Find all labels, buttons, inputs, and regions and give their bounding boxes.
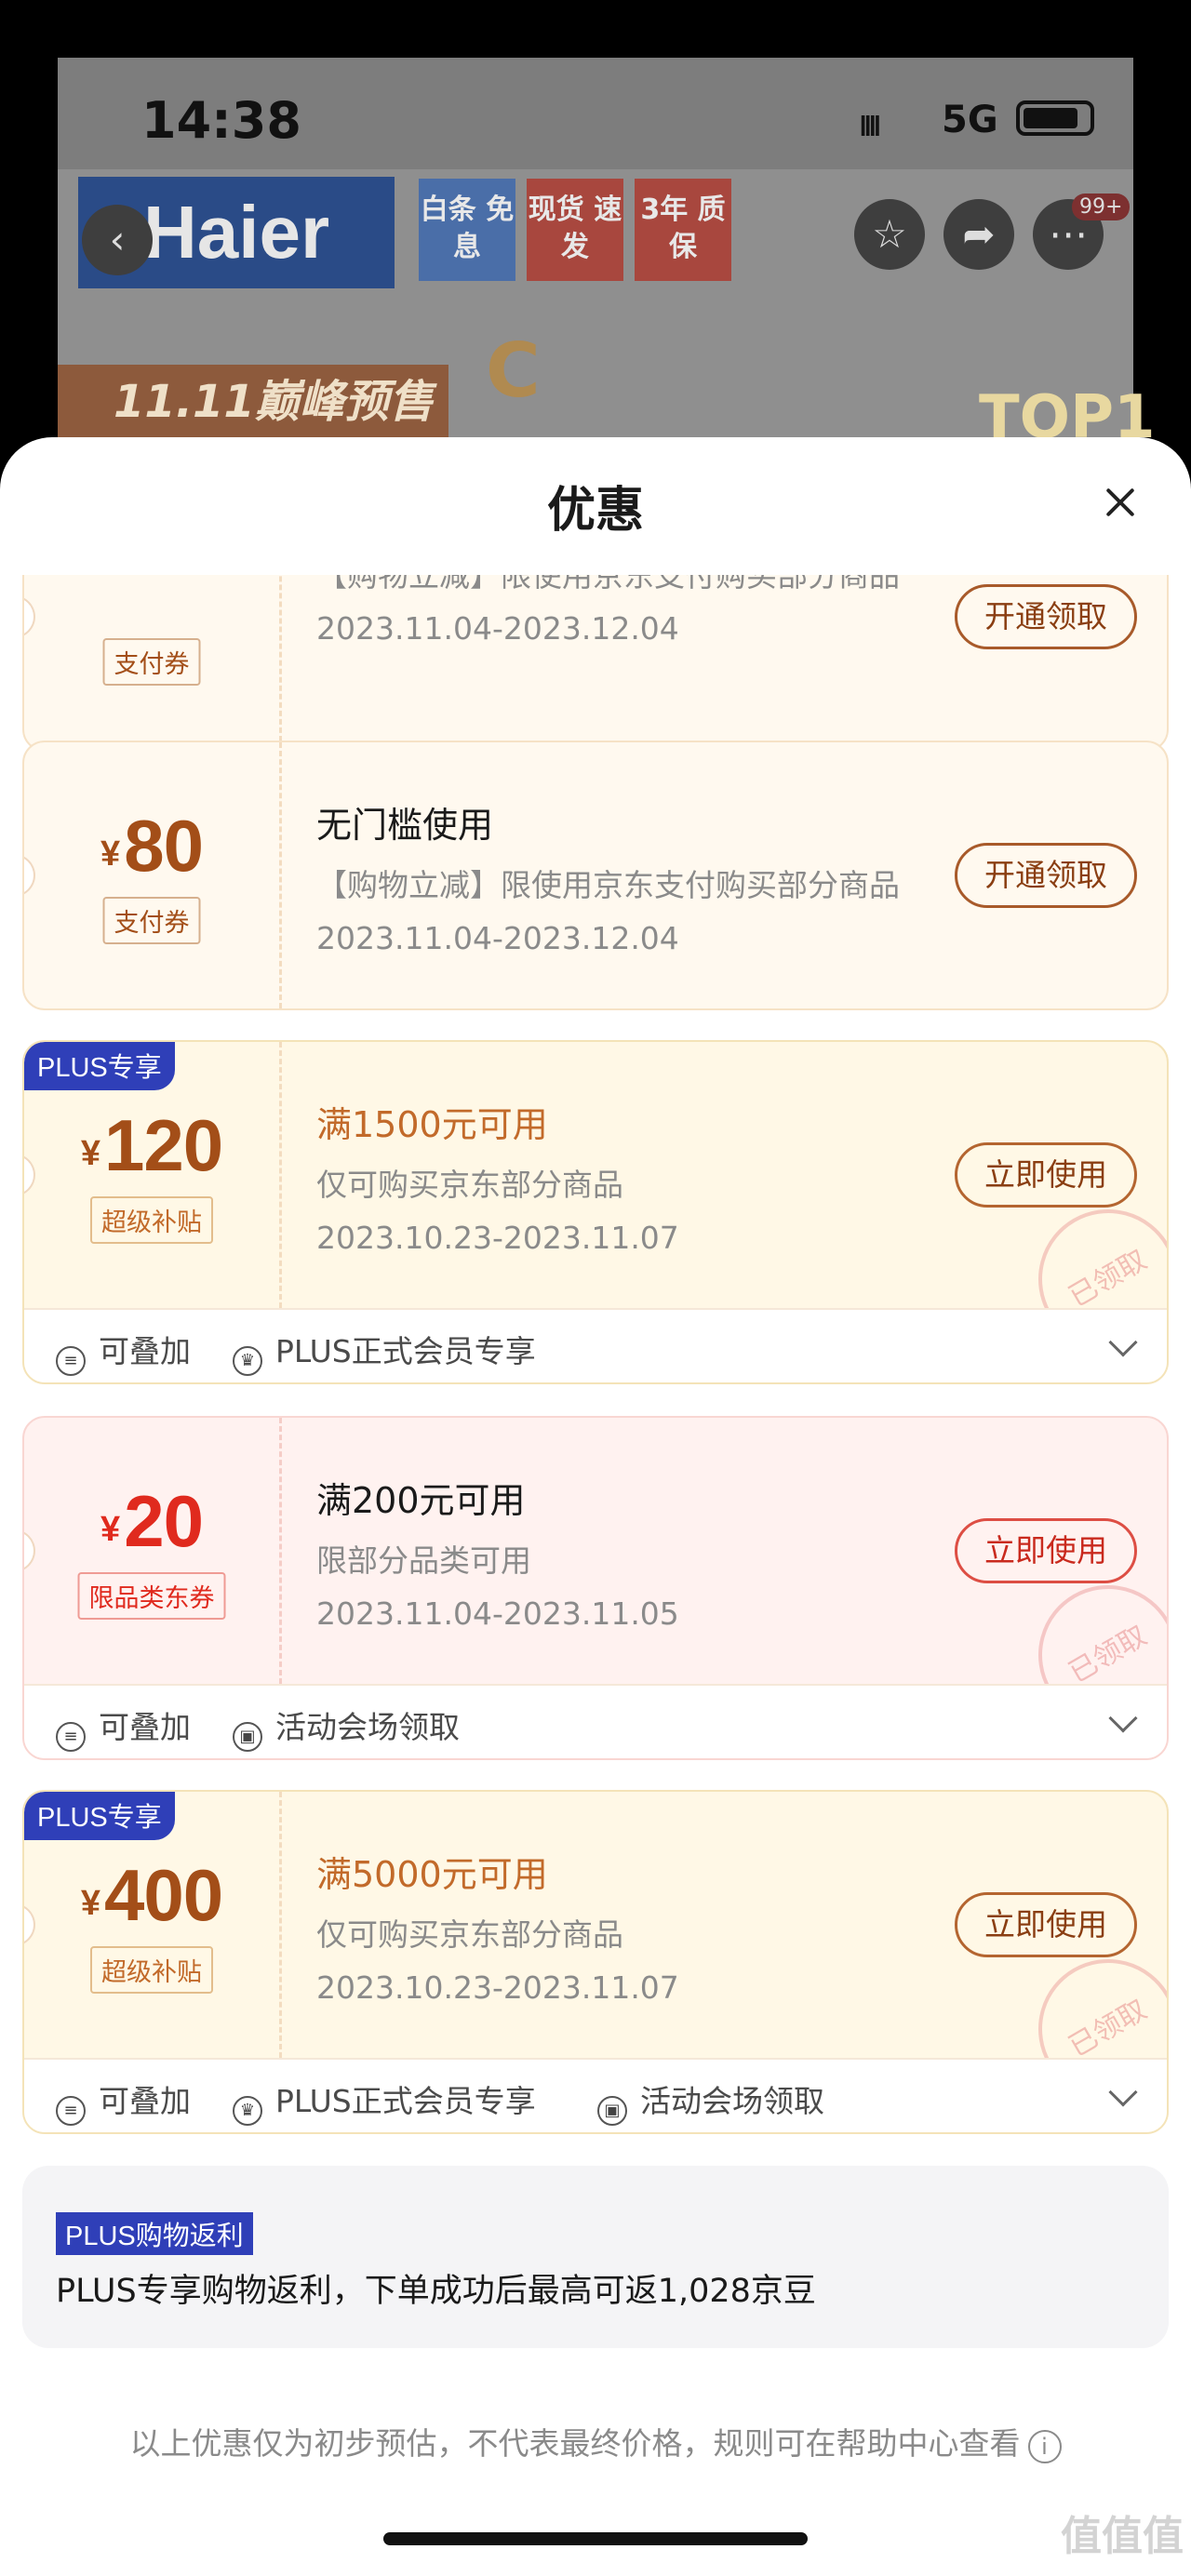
coupon-description: 【购物立减】限使用京东支付购买部分商品 [316, 867, 900, 903]
coupon-divider [279, 1792, 282, 2058]
stack-icon: ≡ [56, 2096, 86, 2126]
tag-warranty: 3年 质保 [635, 179, 731, 281]
coupon-condition: 满200元可用 [316, 1480, 526, 1521]
coupon-description: 【购物立减】限使用京东支付购买部分商品 [316, 575, 900, 594]
coupon-footer[interactable]: ≡ 可叠加 ▣ 活动会场领取 [24, 1684, 1167, 1758]
plus-member-label: ♛ PLUS正式会员专享 [233, 1327, 536, 1376]
coupon-validity: 2023.11.04-2023.11.05 [316, 1595, 679, 1632]
venue-claim-label: ▣ 活动会场领取 [597, 2076, 824, 2126]
disclaimer: 以上优惠仅为初步预估，不代表最终价格，规则可在帮助中心查看 i [0, 2419, 1191, 2463]
battery-icon [1016, 100, 1094, 136]
coupon-card: 支付券 【购物立减】限使用京东支付购买部分商品 2023.11.04-2023.… [22, 575, 1169, 752]
coupon-body: PLUS专享 ¥120 超级补贴 满1500元可用 仅可购买京东部分商品 202… [24, 1042, 1167, 1375]
coupon-type-tag: 超级补贴 [90, 1946, 213, 1994]
coupon-description: 仅可购买京东部分商品 [316, 1916, 623, 1953]
stack-icon: ≡ [56, 1722, 86, 1752]
coupon-type-tag: 限品类东券 [77, 1572, 226, 1620]
deposit-icon: C [486, 327, 541, 414]
plus-member-text: PLUS正式会员专享 [275, 2083, 536, 2119]
chevron-down-icon[interactable] [1108, 2077, 1138, 2107]
use-now-button[interactable]: 立即使用 [955, 1518, 1137, 1583]
stackable-label: ≡ 可叠加 [56, 2076, 191, 2126]
coupon-body: ¥20 限品类东券 满200元可用 限部分品类可用 2023.11.04-202… [24, 1418, 1167, 1751]
coupon-footer[interactable]: ≡ 可叠加 ♛ PLUS正式会员专享 [24, 1308, 1167, 1382]
coupon-sheet: 优惠 支付券 【购物立减】限使用京东支付购买部分商品 2023.11.04-20… [0, 437, 1191, 2576]
crown-icon: ♛ [233, 1346, 262, 1376]
coupon-condition: 满5000元可用 [316, 1854, 548, 1895]
plus-member-label: ♛ PLUS正式会员专享 [233, 2076, 536, 2126]
chevron-down-icon[interactable] [1108, 1328, 1138, 1357]
venue-claim-label: ▣ 活动会场领取 [233, 1702, 460, 1752]
coupon-divider [279, 575, 282, 750]
coupon-type-tag: 超级补贴 [90, 1196, 213, 1244]
coupon-card: ¥80 支付券 无门槛使用 【购物立减】限使用京东支付购买部分商品 2023.1… [22, 741, 1169, 1010]
coupon-validity: 2023.11.04-2023.12.04 [316, 920, 679, 956]
stackable-text: 可叠加 [99, 2083, 191, 2119]
coupon-card: ¥20 限品类东券 满200元可用 限部分品类可用 2023.11.04-202… [22, 1416, 1169, 1760]
claim-button[interactable]: 开通领取 [955, 584, 1137, 649]
network-label: 5G [942, 99, 998, 141]
coupon-condition: 无门槛使用 [316, 805, 494, 846]
coupon-type-tag: 支付券 [102, 897, 201, 944]
plus-rebate-tag: PLUS购物返利 [56, 2212, 253, 2255]
stackable-text: 可叠加 [99, 1709, 191, 1745]
watermark: 值值值 [1061, 2513, 1184, 2560]
ticket-icon: ▣ [233, 1722, 262, 1752]
sheet-title: 优惠 [546, 483, 644, 539]
stackable-label: ≡ 可叠加 [56, 1327, 191, 1376]
favorite-icon[interactable]: ☆ [854, 199, 925, 270]
use-now-button[interactable]: 立即使用 [955, 1892, 1137, 1957]
notification-badge: 99+ [1072, 194, 1131, 220]
coupon-validity: 2023.11.04-2023.12.04 [316, 610, 679, 647]
signal-icon: ıııı [858, 102, 883, 145]
coupon-type-tag: 支付券 [102, 638, 201, 686]
status-time: 14:38 [141, 91, 301, 150]
close-icon[interactable] [1104, 486, 1137, 519]
coupon-divider [279, 1418, 282, 1684]
coupon-description: 仅可购买京东部分商品 [316, 1167, 623, 1203]
plus-rebate-text: PLUS专享购物返利，下单成功后最高可返1,028京豆 [56, 2273, 816, 2310]
plus-member-text: PLUS正式会员专享 [275, 1333, 536, 1369]
stackable-label: ≡ 可叠加 [56, 1702, 191, 1752]
coupon-description: 限部分品类可用 [316, 1542, 531, 1579]
info-icon[interactable]: i [1027, 2430, 1062, 2463]
coupon-validity: 2023.10.23-2023.11.07 [316, 1969, 679, 2006]
use-now-button[interactable]: 立即使用 [955, 1142, 1137, 1208]
venue-claim-text: 活动会场领取 [275, 1709, 460, 1745]
crown-icon: ♛ [233, 2096, 262, 2126]
plus-rebate-card[interactable]: PLUS购物返利 PLUS专享购物返利，下单成功后最高可返1,028京豆 [22, 2166, 1169, 2348]
coupon-body: PLUS专享 ¥400 超级补贴 满5000元可用 仅可购买京东部分商品 202… [24, 1792, 1167, 2125]
chevron-down-icon[interactable] [1108, 1703, 1138, 1733]
coupon-validity: 2023.10.23-2023.11.07 [316, 1220, 679, 1256]
ticket-icon: ▣ [597, 2096, 627, 2126]
promo-banner: 11.11巅峰预售 [58, 365, 448, 439]
coupon-card: PLUS专享 ¥120 超级补贴 满1500元可用 仅可购买京东部分商品 202… [22, 1040, 1169, 1384]
venue-claim-text: 活动会场领取 [640, 2083, 824, 2119]
coupon-body: ¥80 支付券 无门槛使用 【购物立减】限使用京东支付购买部分商品 2023.1… [24, 742, 1167, 1008]
coupon-card: PLUS专享 ¥400 超级补贴 满5000元可用 仅可购买京东部分商品 202… [22, 1790, 1169, 2134]
stackable-text: 可叠加 [99, 1333, 191, 1369]
status-bar: 14:38 ıııı 5G [58, 58, 1133, 169]
tag-installment: 白条 免息 [419, 179, 515, 281]
coupon-condition: 满1500元可用 [316, 1104, 548, 1145]
tag-fast-delivery: 现货 速发 [527, 179, 623, 281]
stack-icon: ≡ [56, 1346, 86, 1376]
home-indicator[interactable] [383, 2532, 808, 2545]
claim-button[interactable]: 开通领取 [955, 843, 1137, 908]
coupon-body: 支付券 【购物立减】限使用京东支付购买部分商品 2023.11.04-2023.… [24, 575, 1167, 750]
disclaimer-text: 以上优惠仅为初步预估，不代表最终价格，规则可在帮助中心查看 [129, 2425, 1021, 2462]
coupon-list[interactable]: 支付券 【购物立减】限使用京东支付购买部分商品 2023.11.04-2023.… [0, 575, 1191, 2576]
back-icon[interactable]: ‹ [82, 205, 153, 275]
share-icon[interactable]: ➦ [943, 199, 1014, 270]
coupon-footer[interactable]: ≡ 可叠加 ♛ PLUS正式会员专享 ▣ 活动会场领取 [24, 2058, 1167, 2132]
coupon-divider [279, 742, 282, 1008]
coupon-divider [279, 1042, 282, 1308]
